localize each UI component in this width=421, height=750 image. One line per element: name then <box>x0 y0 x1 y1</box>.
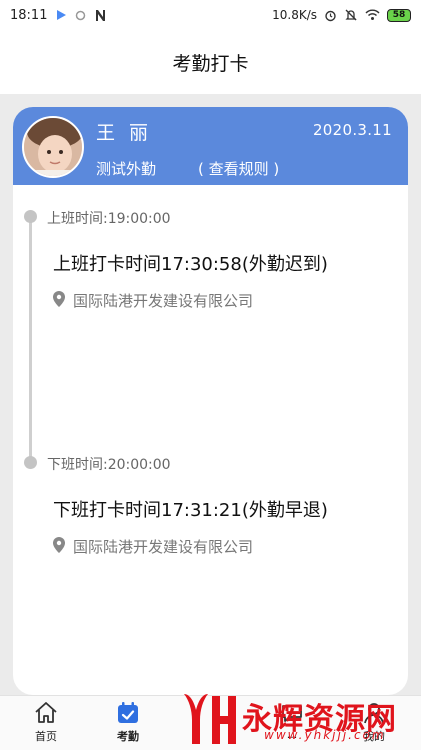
timeline-dot-end <box>24 456 37 469</box>
clock-in-record: 上班打卡时间17:30:58(外勤迟到) <box>53 254 328 275</box>
battery-indicator: 58 <box>387 8 411 22</box>
network-speed: 10.8K/s <box>272 8 317 22</box>
attendance-card: 王丽 2020.3.11 测试外勤 ( 查看规则 ) 上班时间:19:00:00… <box>13 107 408 695</box>
title-bar: 考勤打卡 <box>0 30 421 94</box>
clock-out-location: 国际陆港开发建设有限公司 <box>53 536 253 557</box>
timeline-dot-start <box>24 210 37 223</box>
app-n-icon <box>94 9 107 22</box>
tab-label: 考勤 <box>117 730 139 743</box>
location-text: 国际陆港开发建设有限公司 <box>73 292 254 310</box>
status-time: 18:11 <box>10 7 48 23</box>
tab-label: 我的 <box>363 730 385 743</box>
attendance-group: 测试外勤 <box>96 160 157 178</box>
user-name: 王丽 <box>96 122 163 144</box>
tab-profile[interactable]: 我的 <box>344 700 404 744</box>
shift-start-label: 上班时间:19:00:00 <box>47 211 171 227</box>
clock-out-record: 下班打卡时间17:31:21(外勤早退) <box>53 500 328 521</box>
location-text: 国际陆港开发建设有限公司 <box>73 538 254 556</box>
play-store-icon <box>55 9 67 21</box>
avatar <box>22 116 84 178</box>
calendar-check-icon <box>115 700 141 726</box>
view-rules-link[interactable]: ( 查看规则 ) <box>198 158 279 179</box>
location-pin-icon <box>53 536 65 557</box>
clock-in-location: 国际陆港开发建设有限公司 <box>53 290 253 311</box>
location-pin-icon <box>53 290 65 311</box>
home-icon <box>33 700 59 726</box>
tab-chat[interactable]: ... <box>262 700 322 741</box>
shift-end-label: 下班时间:20:00:00 <box>47 457 171 473</box>
tab-attendance[interactable]: 考勤 <box>98 700 158 744</box>
tab-home[interactable]: 首页 <box>16 700 76 744</box>
alarm-icon <box>324 9 337 22</box>
timeline-line <box>29 216 32 462</box>
notification-dot-icon <box>75 10 86 21</box>
tab-label: 首页 <box>35 730 57 743</box>
attendance-date: 2020.3.11 <box>312 121 392 139</box>
status-bar: 18:11 10.8K/s 58 <box>0 0 421 30</box>
tab-label: ... <box>286 728 298 741</box>
wifi-icon <box>365 9 380 21</box>
bottom-tab-bar: 首页 考勤 ... 我的 <box>0 695 421 750</box>
page-title: 考勤打卡 <box>172 52 249 75</box>
user-icon <box>361 700 387 726</box>
chat-icon <box>279 700 305 726</box>
mute-icon <box>344 8 358 22</box>
card-header: 王丽 2020.3.11 测试外勤 ( 查看规则 ) <box>13 107 408 185</box>
